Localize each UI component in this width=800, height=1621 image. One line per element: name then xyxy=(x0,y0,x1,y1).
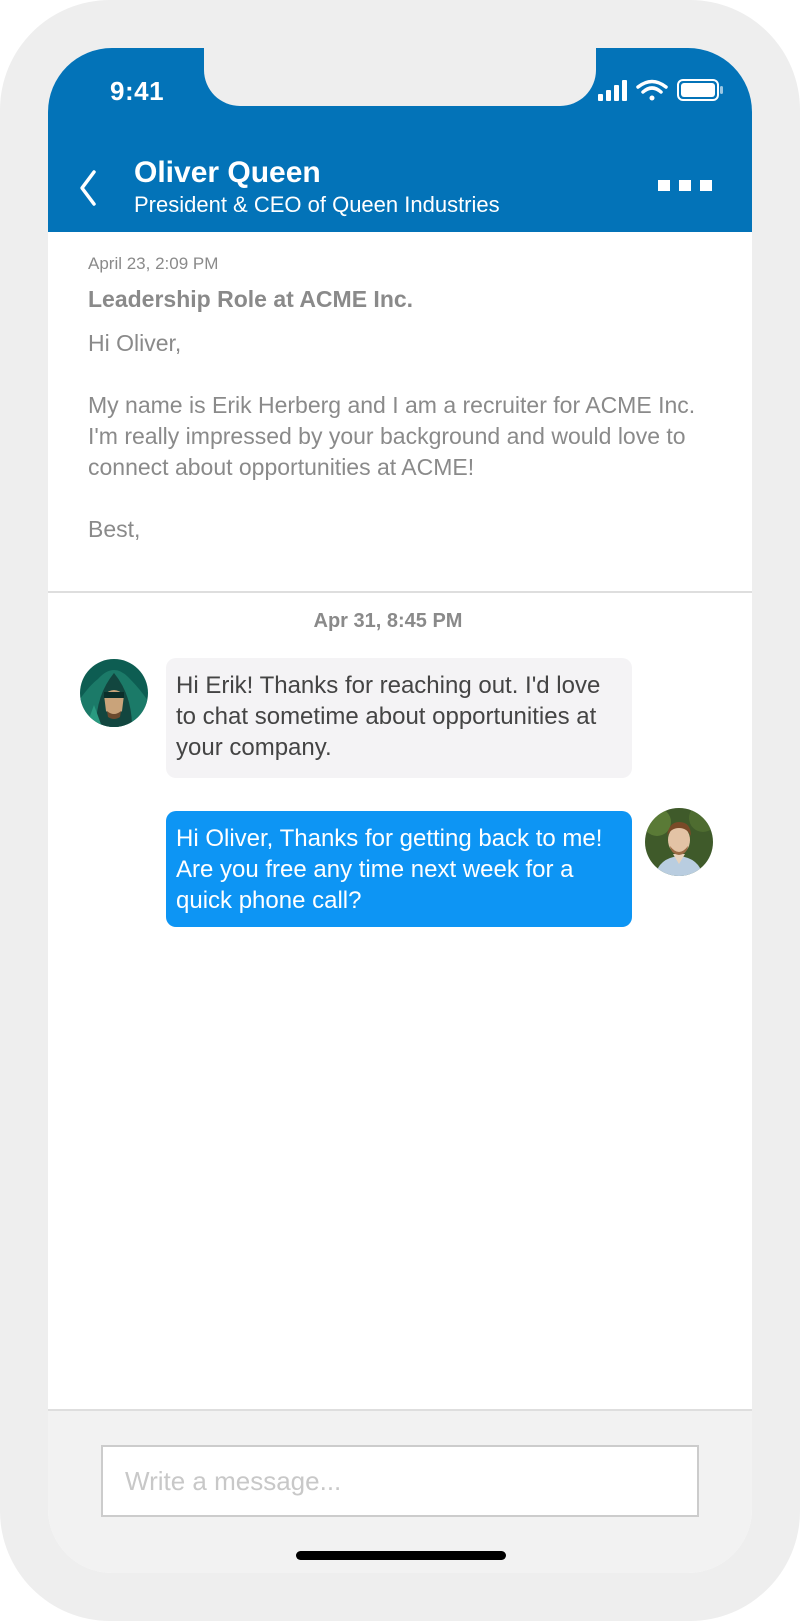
battery-icon xyxy=(677,79,723,101)
message-input[interactable] xyxy=(101,1445,699,1517)
email-greeting: Hi Oliver, xyxy=(88,330,182,356)
device-notch xyxy=(204,48,596,106)
wifi-icon xyxy=(636,79,668,101)
email-date: April 23, 2:09 PM xyxy=(88,254,219,273)
email-body: Hi Oliver, My name is Erik Herberg and I… xyxy=(88,328,708,576)
status-icons xyxy=(598,79,723,101)
signal-icon xyxy=(598,80,627,101)
chat-date: Apr 31, 8:45 PM xyxy=(313,610,463,632)
contact-name: Oliver Queen xyxy=(134,156,321,189)
contact-title: President & CEO of Queen Industries xyxy=(134,192,500,217)
email-message: My name is Erik Herberg and I am a recru… xyxy=(88,392,696,480)
status-time: 9:41 xyxy=(110,76,165,106)
email-subject: Leadership Role at ACME Inc. xyxy=(88,286,414,312)
avatar-erik[interactable] xyxy=(645,808,713,876)
conversation-header: 9:41 Oliver Queen President & CEO of Que… xyxy=(48,48,752,232)
back-chevron-icon[interactable] xyxy=(76,168,100,208)
email-closing: Best, xyxy=(88,516,141,542)
app-screen: 9:41 Oliver Queen President & CEO of Que… xyxy=(48,48,752,1573)
incoming-message-bubble: Hi Erik! Thanks for reaching out. I'd lo… xyxy=(166,658,632,778)
hooded-archer-avatar-icon xyxy=(80,659,148,727)
message-composer xyxy=(48,1409,752,1573)
section-divider xyxy=(48,591,752,593)
avatar-oliver[interactable] xyxy=(80,659,148,727)
home-indicator[interactable] xyxy=(296,1551,506,1560)
outgoing-message-bubble: Hi Oliver, Thanks for getting back to me… xyxy=(166,811,632,927)
person-avatar-icon xyxy=(645,808,713,876)
more-options-icon[interactable] xyxy=(658,180,712,196)
